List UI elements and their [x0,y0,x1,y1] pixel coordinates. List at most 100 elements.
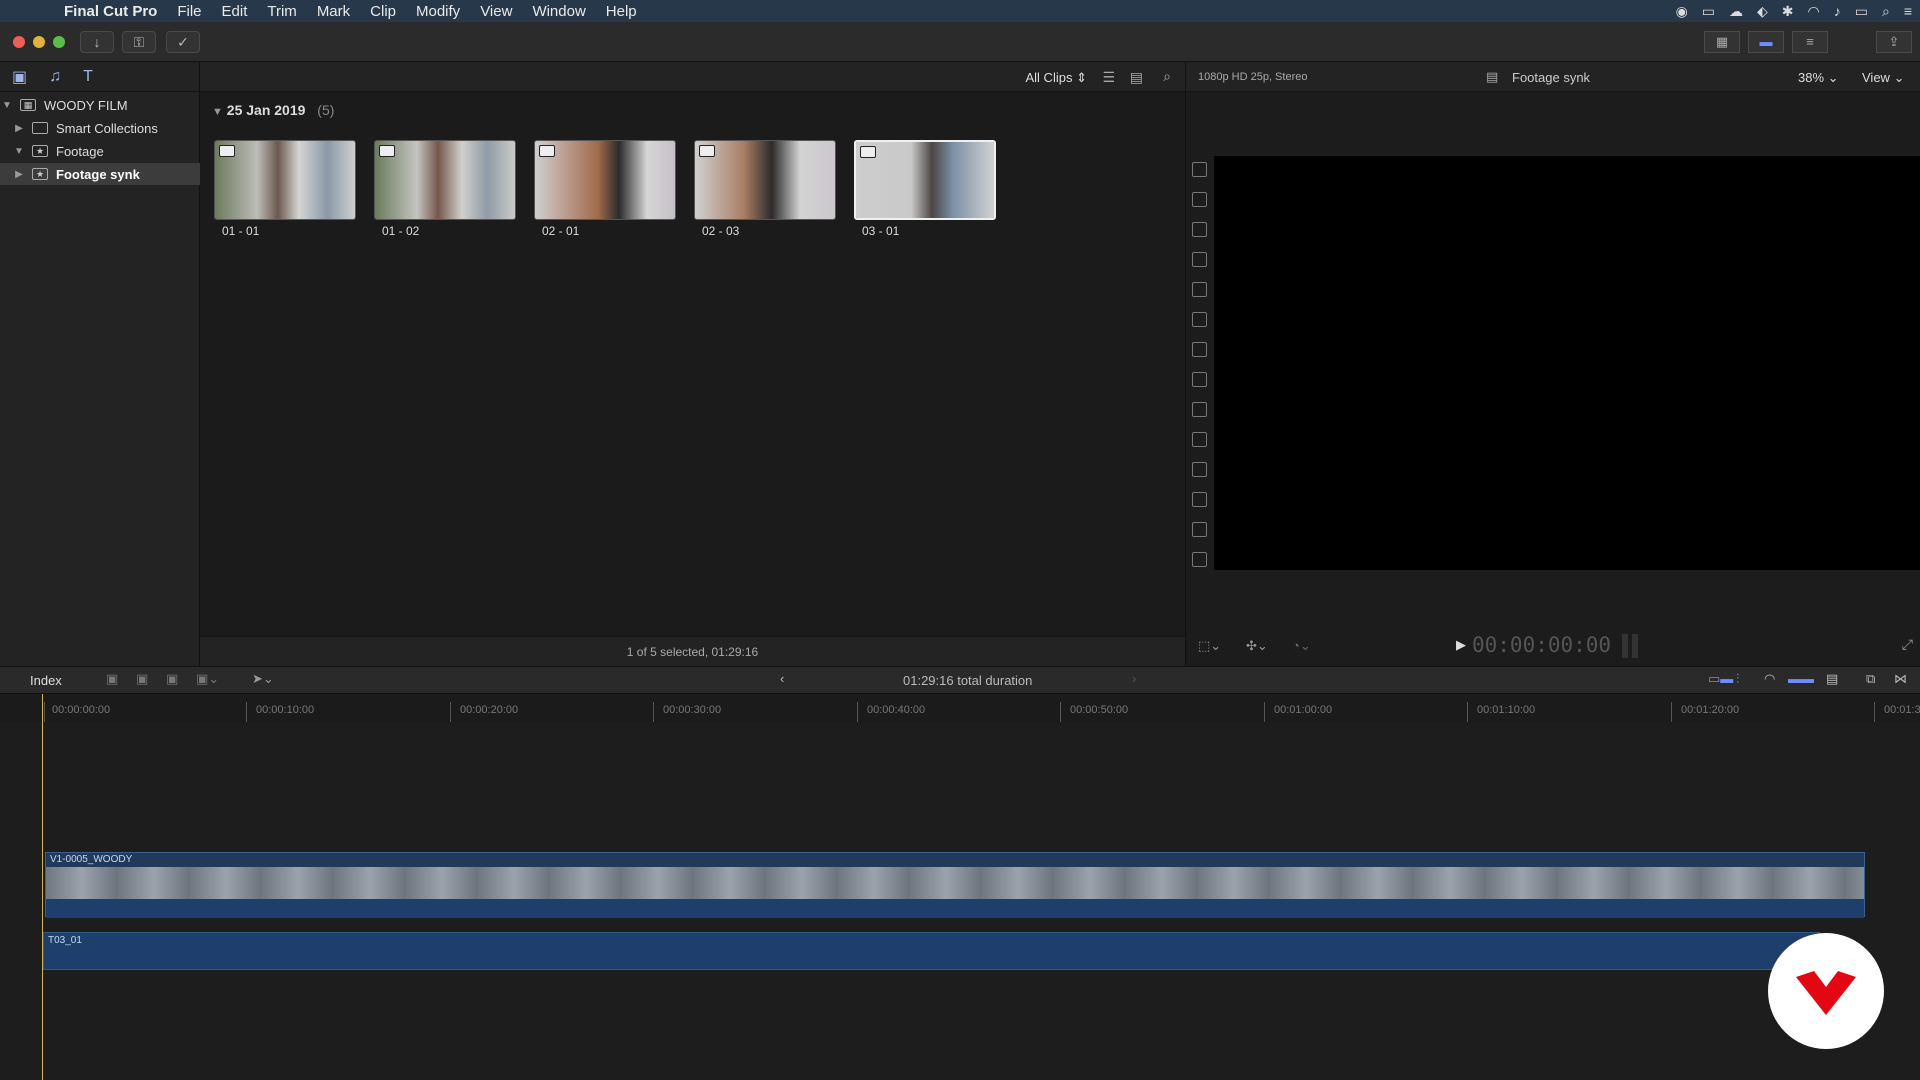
clip-label: 01 - 01 [222,224,260,238]
menu-app[interactable]: Final Cut Pro [54,3,167,20]
skimming-icon[interactable]: ▭▬ [1708,671,1733,687]
menu-trim[interactable]: Trim [257,3,306,20]
clip-thumbnail-selected[interactable] [854,140,996,220]
menu-file[interactable]: File [167,3,211,20]
timeline-ruler[interactable]: 00:00:00:00 00:00:10:00 00:00:20:00 00:0… [0,694,1920,722]
insert-clip-icon[interactable]: ▣ [136,671,148,687]
connect-clip-icon[interactable]: ▣ [166,671,178,687]
disclosure-closed-icon[interactable]: ▶ [12,169,26,180]
toolbar: ↓ ⚿ ✓ ▦ ▬ ≡ ⇪ [0,22,1920,62]
role-checkbox[interactable] [1192,342,1207,357]
forward-arrow-icon[interactable]: › [1132,671,1136,686]
clip-thumbnail[interactable] [374,140,516,220]
creative-cloud-icon[interactable]: ☁ [1729,3,1743,20]
retime-icon[interactable]: ◔⌄ [1292,638,1311,654]
background-tasks-button[interactable]: ✓ [166,31,200,53]
video-clip[interactable]: V1-0005_WOODY [45,852,1865,918]
sidebar-item-smart-collections[interactable]: ▶ Smart Collections [0,117,200,139]
timeline[interactable]: V1-0005_WOODY T03_01 [0,722,1920,1080]
disclosure-open-icon[interactable]: ▼ [12,146,26,157]
zoom-dropdown[interactable]: 38% ⌄ [1798,70,1839,86]
disclosure-open-icon[interactable]: ▼ [212,106,223,118]
back-arrow-icon[interactable]: ‹ [780,671,784,686]
display-icon[interactable]: ▭ [1702,3,1715,20]
playhead[interactable] [42,694,43,1080]
timecode-display[interactable]: 00:00:00:00 [1472,633,1611,657]
clip-appearance-icon[interactable]: ▤ [1826,671,1838,687]
overwrite-clip-icon[interactable]: ▣⌄ [196,671,219,687]
record-icon[interactable]: ◉ [1676,3,1688,20]
photos-audio-icon[interactable]: ♫ [49,68,61,86]
timeline-toggle-button[interactable]: ▬ [1748,31,1784,53]
sidebar-item-footage[interactable]: ▼ ★ Footage [0,140,200,162]
headphones-icon[interactable]: ◠ [1764,671,1775,687]
audio-skimming-icon[interactable]: ⫶ [1736,671,1739,687]
menu-help[interactable]: Help [596,3,647,20]
dropbox-icon[interactable]: ⬖ [1757,3,1768,20]
list-view-icon[interactable]: ☰ [1102,69,1115,86]
role-checkbox[interactable] [1192,432,1207,447]
browser-pane: All Clips ⇕ ☰ ▤ ⌕ ▼ 25 Jan 2019 (5) 01 -… [200,62,1185,666]
ruler-tick [450,702,451,722]
transform-icon[interactable]: ⬚⌄ [1198,638,1221,654]
fullscreen-icon[interactable]: ⤢ [1902,636,1913,653]
role-checkbox[interactable] [1192,552,1207,567]
timeline-index-button[interactable]: Index [30,673,62,688]
titles-generators-icon[interactable]: T [83,68,93,86]
role-checkbox[interactable] [1192,282,1207,297]
clip-thumbnail[interactable] [534,140,676,220]
enhance-icon[interactable]: ✣⌄ [1246,638,1268,654]
libraries-icon[interactable]: ▣ [12,67,27,87]
menu-modify[interactable]: Modify [406,3,470,20]
role-checkbox[interactable] [1192,312,1207,327]
library-item[interactable]: ▼ ▦ WOODY FILM [0,94,200,116]
keywords-button[interactable]: ⚿ [122,31,156,53]
inspector-toggle-button[interactable]: ≡ [1792,31,1828,53]
effects-browser-icon[interactable]: ⧉ [1866,671,1875,687]
share-button[interactable]: ⇪ [1876,31,1912,53]
menu-view[interactable]: View [470,3,522,20]
menu-mark[interactable]: Mark [307,3,360,20]
role-checkbox[interactable] [1192,252,1207,267]
role-checkbox[interactable] [1192,402,1207,417]
menu-clip[interactable]: Clip [360,3,406,20]
close-window-button[interactable] [13,36,25,48]
clip-appearance-icon[interactable]: ▤ [1130,69,1143,86]
disclosure-closed-icon[interactable]: ▶ [12,123,26,134]
zoom-window-button[interactable] [53,36,65,48]
search-icon[interactable]: ⌕ [1163,68,1171,85]
battery-icon[interactable]: ▭ [1855,3,1868,20]
menu-edit[interactable]: Edit [212,3,258,20]
minimize-window-button[interactable] [33,36,45,48]
clip-filter-dropdown[interactable]: All Clips ⇕ [1026,70,1088,86]
role-checkbox[interactable] [1192,192,1207,207]
role-checkbox[interactable] [1192,222,1207,237]
role-checkbox[interactable] [1192,492,1207,507]
video-canvas[interactable] [1214,156,1920,570]
role-checkbox[interactable] [1192,372,1207,387]
role-checkbox[interactable] [1192,162,1207,177]
sliders-icon: ≡ [1806,34,1814,49]
audio-clip[interactable]: T03_01 [43,932,1820,970]
play-icon[interactable]: ▶ [1456,637,1466,653]
event-header[interactable]: ▼ 25 Jan 2019 (5) [212,102,334,118]
menu-window[interactable]: Window [522,3,595,20]
clip-thumbnail[interactable] [214,140,356,220]
transitions-browser-icon[interactable]: ⋈ [1894,671,1907,687]
volume-icon[interactable]: ♪ [1834,3,1841,19]
wifi-icon[interactable]: ◠ [1808,3,1820,20]
clip-thumbnail[interactable] [694,140,836,220]
append-clip-icon[interactable]: ▣ [106,671,118,687]
sidebar-item-footage-synk[interactable]: ▶ ★ Footage synk [0,163,200,185]
import-button[interactable]: ↓ [80,31,114,53]
spotlight-icon[interactable]: ⌕ [1882,3,1890,20]
bluetooth-icon[interactable]: ✱ [1782,3,1794,20]
disclosure-open-icon[interactable]: ▼ [0,100,14,111]
role-checkbox[interactable] [1192,522,1207,537]
select-tool-icon[interactable]: ➤⌄ [252,671,274,687]
notification-center-icon[interactable]: ≡ [1904,3,1912,19]
snapping-icon[interactable]: ▬▬ [1788,671,1814,686]
view-dropdown[interactable]: View ⌄ [1862,70,1904,86]
role-checkbox[interactable] [1192,462,1207,477]
browser-toggle-button[interactable]: ▦ [1704,31,1740,53]
